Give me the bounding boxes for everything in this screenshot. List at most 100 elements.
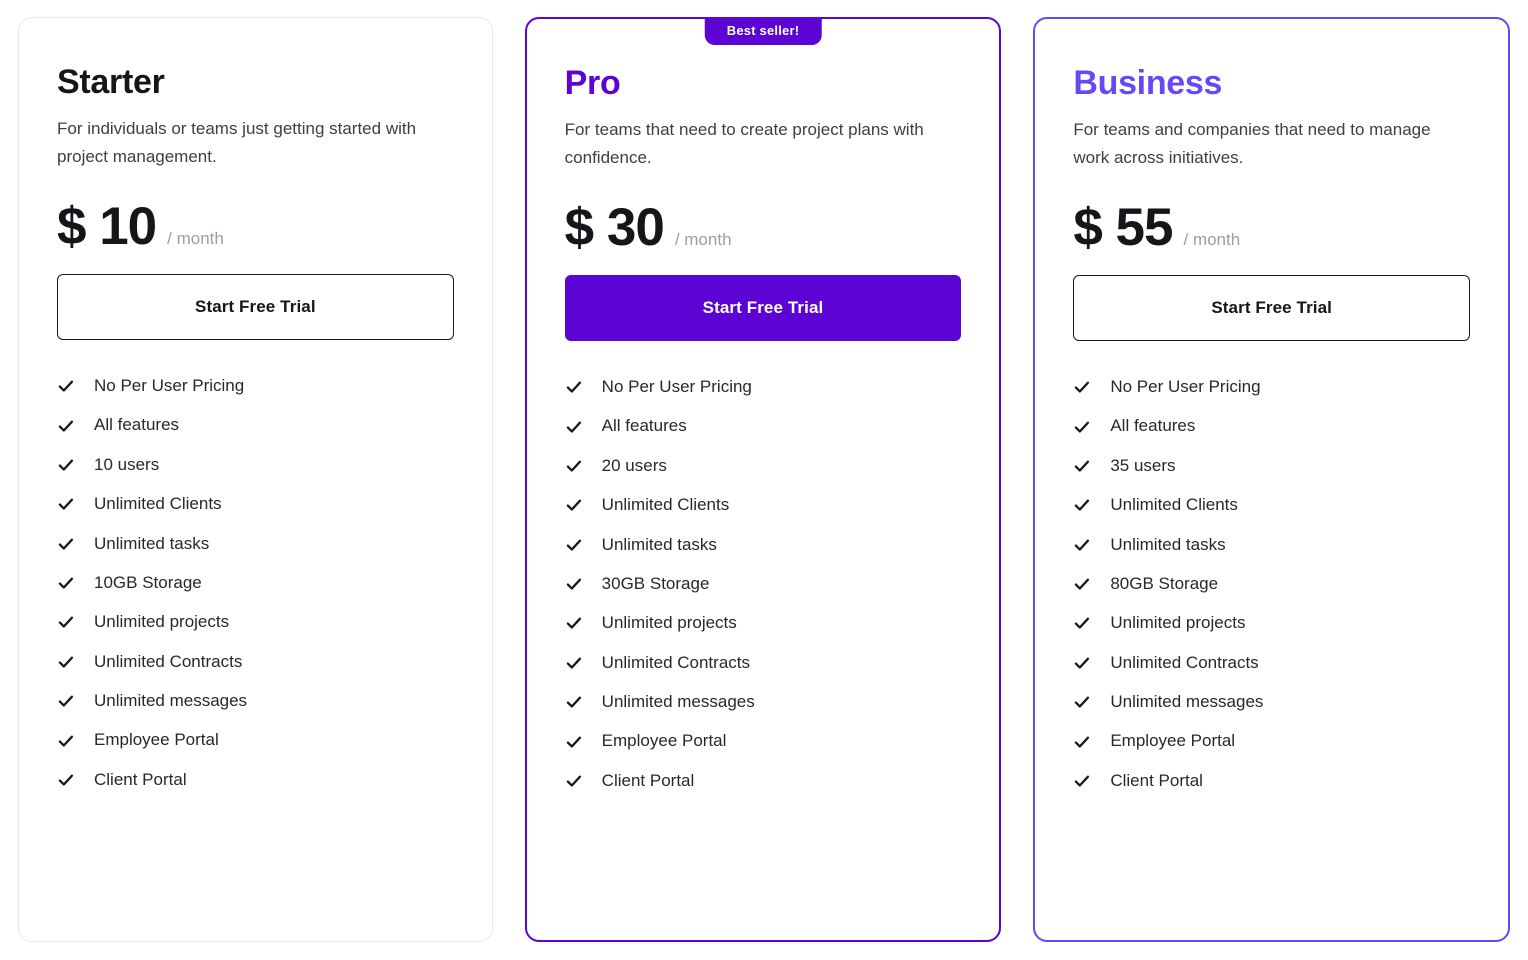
plan-price-row: $ 30/ month — [565, 201, 962, 254]
feature-label: Unlimited messages — [94, 691, 248, 711]
feature-label: Unlimited messages — [1110, 692, 1264, 712]
check-icon — [565, 496, 583, 514]
plan-card-pro: Best seller! Pro For teams that need to cr… — [524, 17, 1002, 942]
plan-title: Starter — [57, 63, 165, 101]
check-icon — [565, 772, 583, 790]
feature-label: Unlimited Contracts — [601, 652, 750, 672]
feature-label: Employee Portal — [1110, 731, 1236, 751]
feature-item: Unlimited Contracts — [1073, 643, 1470, 682]
start-free-trial-button[interactable]: Start Free Trial — [564, 275, 962, 342]
feature-item: Employee Portal — [1073, 722, 1470, 761]
check-icon — [565, 575, 583, 593]
feature-item: All features — [565, 407, 962, 446]
pricing-plans-grid: Starter For individuals or teams just get… — [0, 0, 1528, 960]
check-icon — [1073, 654, 1091, 672]
check-icon — [565, 654, 583, 672]
feature-label: 35 users — [1110, 455, 1176, 475]
check-icon — [57, 574, 75, 592]
feature-label: Unlimited tasks — [601, 534, 717, 554]
feature-item: 10 users — [57, 445, 454, 484]
feature-item: All features — [1073, 407, 1470, 446]
feature-item: 10GB Storage — [57, 563, 454, 602]
feature-item: 30GB Storage — [565, 564, 962, 603]
plan-tagline: For individuals or teams just getting st… — [57, 119, 417, 166]
feature-item: Unlimited Contracts — [57, 642, 454, 681]
feature-item: 20 users — [565, 446, 962, 485]
feature-label: 80GB Storage — [1110, 573, 1219, 593]
check-icon — [57, 495, 75, 513]
check-icon — [1073, 496, 1091, 514]
start-free-trial-button[interactable]: Start Free Trial — [1073, 275, 1471, 342]
feature-label: 20 users — [601, 455, 667, 475]
feature-item: Employee Portal — [565, 722, 962, 761]
check-icon — [57, 377, 75, 395]
plan-price-row: $ 10/ month — [57, 200, 454, 253]
feature-item: No Per User Pricing — [565, 367, 962, 406]
feature-label: Client Portal — [601, 770, 695, 790]
feature-label: Client Portal — [94, 769, 187, 789]
feature-item: Client Portal — [1073, 761, 1470, 800]
start-free-trial-button[interactable]: Start Free Trial — [57, 274, 454, 341]
plan-card-business: Business For teams and companies that nee… — [1033, 17, 1511, 942]
feature-item: Employee Portal — [57, 721, 454, 760]
plan-feature-list: No Per User Pricing All features 35 users U… — [1073, 367, 1470, 800]
check-icon — [565, 457, 583, 475]
check-icon — [57, 653, 75, 671]
check-icon — [1073, 772, 1091, 790]
check-icon — [565, 693, 583, 711]
check-icon — [1073, 733, 1091, 751]
check-icon — [565, 378, 583, 396]
feature-label: No Per User Pricing — [1110, 376, 1261, 396]
check-icon — [1073, 457, 1091, 475]
feature-item: Unlimited tasks — [1073, 525, 1470, 564]
feature-label: Unlimited projects — [1110, 613, 1246, 633]
feature-item: Unlimited messages — [1073, 683, 1470, 722]
feature-label: Employee Portal — [601, 731, 727, 751]
plan-tagline: For teams that need to create project pl… — [564, 120, 924, 167]
feature-label: All features — [94, 415, 180, 435]
feature-item: Unlimited messages — [565, 683, 962, 722]
feature-item: All features — [57, 406, 454, 445]
plan-title: Pro — [564, 64, 621, 102]
check-icon — [565, 733, 583, 751]
check-icon — [57, 613, 75, 631]
feature-item: Unlimited projects — [1073, 604, 1470, 643]
check-icon — [57, 417, 75, 435]
feature-label: Unlimited tasks — [94, 533, 210, 553]
feature-item: Unlimited tasks — [565, 525, 962, 564]
feature-item: No Per User Pricing — [1073, 367, 1470, 406]
plan-price-amount: $ 55 — [1073, 198, 1173, 258]
feature-item: Unlimited tasks — [57, 524, 454, 563]
feature-label: Unlimited projects — [94, 612, 230, 632]
check-icon — [57, 771, 75, 789]
feature-item: 35 users — [1073, 446, 1470, 485]
plan-title: Business — [1073, 64, 1223, 102]
feature-label: 10GB Storage — [94, 572, 202, 592]
plan-price-period: / month — [674, 230, 732, 250]
check-icon — [57, 732, 75, 750]
best-seller-badge: Best seller! — [704, 17, 822, 45]
check-icon — [1073, 536, 1091, 554]
check-icon — [1073, 575, 1091, 593]
feature-label: Unlimited Clients — [94, 494, 222, 514]
feature-item: No Per User Pricing — [57, 366, 454, 405]
feature-item: Client Portal — [565, 761, 962, 800]
check-icon — [57, 535, 75, 553]
feature-label: 10 users — [94, 454, 160, 474]
feature-label: No Per User Pricing — [94, 375, 245, 395]
feature-label: Client Portal — [1110, 770, 1203, 790]
feature-item: Unlimited Clients — [57, 485, 454, 524]
feature-label: Employee Portal — [94, 730, 219, 750]
check-icon — [565, 418, 583, 436]
feature-label: No Per User Pricing — [601, 376, 752, 396]
feature-label: Unlimited messages — [601, 692, 755, 712]
feature-label: Unlimited Contracts — [1110, 652, 1259, 672]
check-icon — [57, 456, 75, 474]
plan-price-period: / month — [1183, 230, 1241, 250]
plan-card-starter: Starter For individuals or teams just get… — [18, 17, 493, 942]
plan-price-row: $ 55/ month — [1073, 201, 1470, 254]
feature-label: All features — [601, 416, 687, 436]
plan-feature-list: No Per User Pricing All features 20 users U… — [565, 367, 962, 800]
feature-label: Unlimited Clients — [1110, 495, 1238, 515]
feature-item: Unlimited messages — [57, 682, 454, 721]
